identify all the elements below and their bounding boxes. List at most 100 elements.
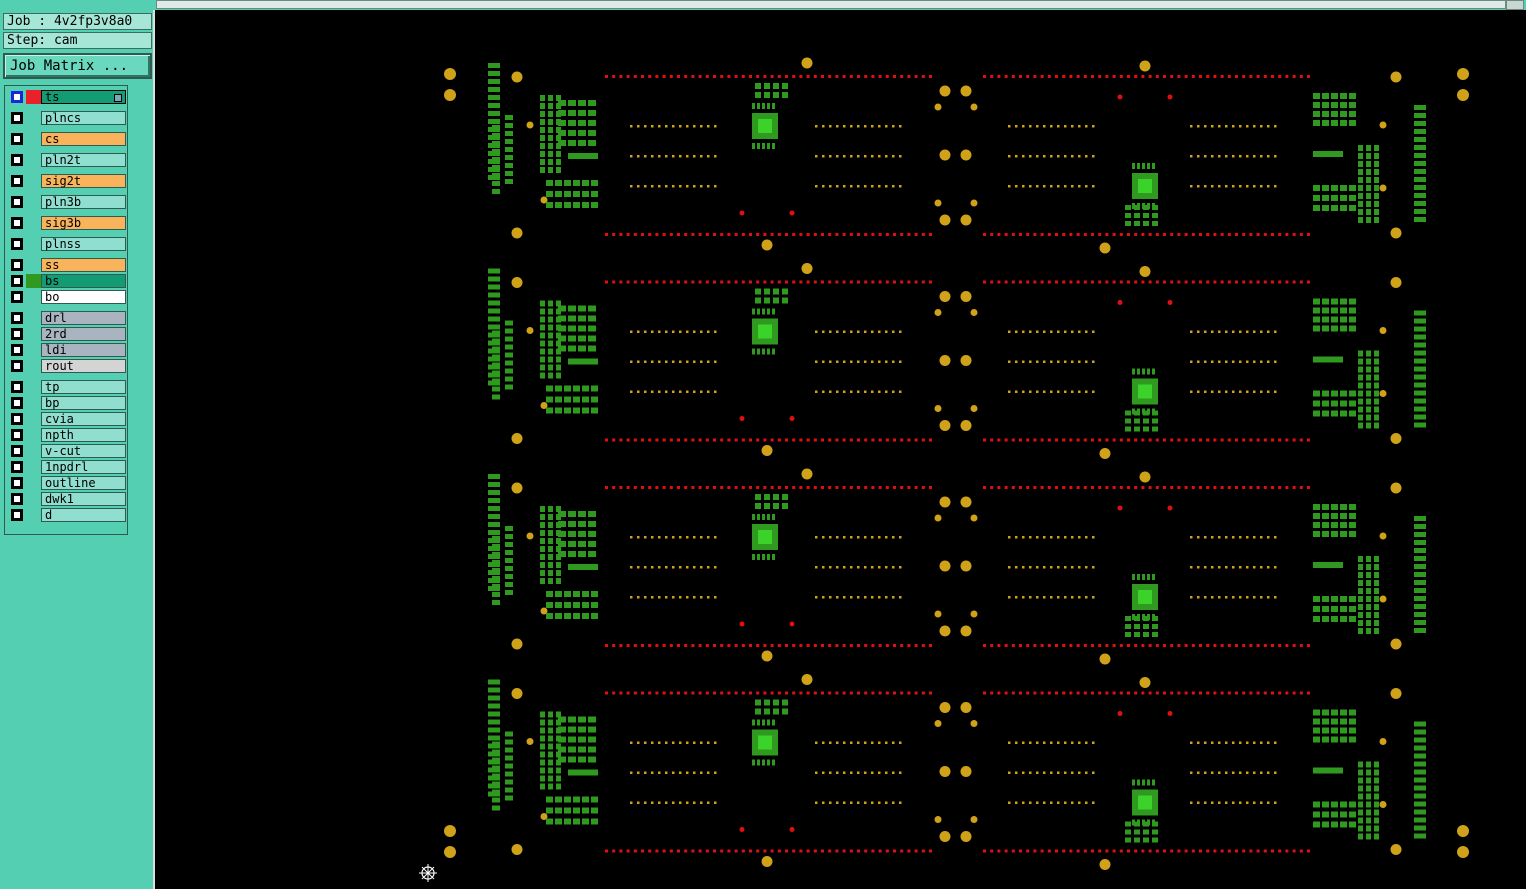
layer-color-swatch[interactable]	[26, 111, 41, 125]
layer-row-npth[interactable]: npth	[8, 428, 126, 442]
layer-row-drl[interactable]: drl	[8, 311, 126, 325]
layer-row-rout[interactable]: rout	[8, 359, 126, 373]
layer-checkbox[interactable]	[11, 238, 23, 250]
layer-name[interactable]: sig2t	[41, 174, 126, 188]
layer-row-ss[interactable]: ss	[8, 258, 126, 272]
layer-checkbox[interactable]	[11, 429, 23, 441]
layer-row-1npdrl[interactable]: 1npdrl	[8, 460, 126, 474]
layer-color-swatch[interactable]	[26, 132, 41, 146]
layer-checkbox[interactable]	[11, 328, 23, 340]
layer-checkbox[interactable]	[11, 133, 23, 145]
layer-name[interactable]: outline	[41, 476, 126, 490]
pcb-board-view[interactable]	[157, 10, 1526, 889]
layer-row-pln3b[interactable]: pln3b	[8, 195, 126, 209]
layer-checkbox[interactable]	[11, 493, 23, 505]
layer-row-plnss[interactable]: plnss	[8, 237, 126, 251]
layer-checkbox[interactable]	[11, 291, 23, 303]
layer-color-swatch[interactable]	[26, 359, 41, 373]
layer-checkbox[interactable]	[11, 360, 23, 372]
layer-name[interactable]: ss	[41, 258, 126, 272]
layer-checkbox[interactable]	[11, 259, 23, 271]
layer-color-swatch[interactable]	[26, 380, 41, 394]
layer-name[interactable]: ldi	[41, 343, 126, 357]
layer-row-dwk1[interactable]: dwk1	[8, 492, 126, 506]
layer-color-swatch[interactable]	[26, 258, 41, 272]
layer-name[interactable]: ts	[41, 90, 126, 104]
layer-color-swatch[interactable]	[26, 327, 41, 341]
layer-name[interactable]: cs	[41, 132, 126, 146]
layer-name[interactable]: bo	[41, 290, 126, 304]
layer-name[interactable]: rout	[41, 359, 126, 373]
layer-color-swatch[interactable]	[26, 492, 41, 506]
layer-row-ldi[interactable]: ldi	[8, 343, 126, 357]
layer-row-outline[interactable]: outline	[8, 476, 126, 490]
layer-name[interactable]: npth	[41, 428, 126, 442]
layer-color-swatch[interactable]	[26, 274, 41, 288]
layer-color-swatch[interactable]	[26, 290, 41, 304]
pcb-canvas[interactable]	[157, 10, 1526, 889]
layer-row-cs[interactable]: cs	[8, 132, 126, 146]
layer-checkbox[interactable]	[11, 413, 23, 425]
layer-row-plncs[interactable]: plncs	[8, 111, 126, 125]
layer-color-swatch[interactable]	[26, 311, 41, 325]
layer-row-sig3b[interactable]: sig3b	[8, 216, 126, 230]
layer-name[interactable]: tp	[41, 380, 126, 394]
layer-row-ts[interactable]: ts	[8, 90, 126, 104]
layer-name[interactable]: plncs	[41, 111, 126, 125]
layer-row-sig2t[interactable]: sig2t	[8, 174, 126, 188]
layer-name[interactable]: 2rd	[41, 327, 126, 341]
layer-name[interactable]: plnss	[41, 237, 126, 251]
layer-color-swatch[interactable]	[26, 428, 41, 442]
layer-checkbox[interactable]	[11, 397, 23, 409]
job-matrix-button[interactable]: Job Matrix ...	[3, 53, 152, 79]
horizontal-scroll-track[interactable]	[156, 0, 1506, 9]
layer-color-swatch[interactable]	[26, 460, 41, 474]
layer-color-swatch[interactable]	[26, 343, 41, 357]
layer-checkbox[interactable]	[11, 509, 23, 521]
layer-row-v-cut[interactable]: v-cut	[8, 444, 126, 458]
layer-name[interactable]: bs	[41, 274, 126, 288]
layer-color-swatch[interactable]	[26, 444, 41, 458]
layer-color-swatch[interactable]	[26, 153, 41, 167]
layer-name[interactable]: d	[41, 508, 126, 522]
layer-row-bs[interactable]: bs	[8, 274, 126, 288]
layer-row-2rd[interactable]: 2rd	[8, 327, 126, 341]
layer-name[interactable]: sig3b	[41, 216, 126, 230]
layer-name[interactable]: 1npdrl	[41, 460, 126, 474]
layer-checkbox[interactable]	[11, 344, 23, 356]
layer-checkbox[interactable]	[11, 91, 23, 103]
scroll-arrow-button[interactable]	[1506, 0, 1524, 10]
layer-checkbox[interactable]	[11, 461, 23, 473]
layer-row-bp[interactable]: bp	[8, 396, 126, 410]
layer-name[interactable]: dwk1	[41, 492, 126, 506]
layer-checkbox[interactable]	[11, 112, 23, 124]
layer-color-swatch[interactable]	[26, 396, 41, 410]
layer-checkbox[interactable]	[11, 196, 23, 208]
layer-color-swatch[interactable]	[26, 476, 41, 490]
top-scrollbar[interactable]	[0, 0, 1526, 10]
layer-name[interactable]: pln2t	[41, 153, 126, 167]
layer-name[interactable]: pln3b	[41, 195, 126, 209]
layer-color-swatch[interactable]	[26, 508, 41, 522]
layer-name[interactable]: drl	[41, 311, 126, 325]
layer-color-swatch[interactable]	[26, 90, 41, 104]
layer-row-pln2t[interactable]: pln2t	[8, 153, 126, 167]
layer-color-swatch[interactable]	[26, 412, 41, 426]
layer-checkbox[interactable]	[11, 217, 23, 229]
layer-row-d[interactable]: d	[8, 508, 126, 522]
layer-checkbox[interactable]	[11, 477, 23, 489]
layer-row-bo[interactable]: bo	[8, 290, 126, 304]
layer-checkbox[interactable]	[11, 381, 23, 393]
layer-color-swatch[interactable]	[26, 174, 41, 188]
layer-row-cvia[interactable]: cvia	[8, 412, 126, 426]
layer-name[interactable]: v-cut	[41, 444, 126, 458]
layer-color-swatch[interactable]	[26, 237, 41, 251]
layer-color-swatch[interactable]	[26, 216, 41, 230]
layer-checkbox[interactable]	[11, 312, 23, 324]
layer-checkbox[interactable]	[11, 445, 23, 457]
layer-row-tp[interactable]: tp	[8, 380, 126, 394]
layer-checkbox[interactable]	[11, 175, 23, 187]
layer-checkbox[interactable]	[11, 154, 23, 166]
layer-color-swatch[interactable]	[26, 195, 41, 209]
layer-name[interactable]: bp	[41, 396, 126, 410]
